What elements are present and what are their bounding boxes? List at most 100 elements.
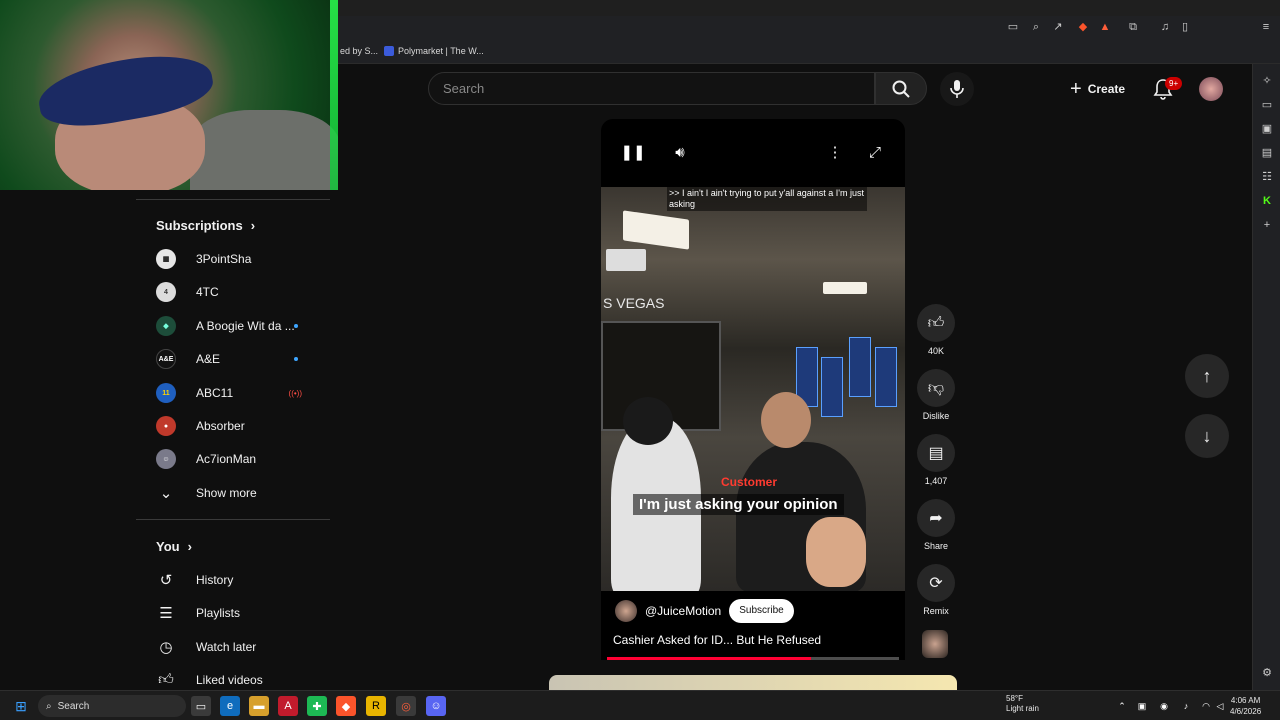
progress-fill xyxy=(607,657,812,660)
sidebar-item-abc11[interactable]: 11 ABC11 ((•)) xyxy=(156,378,326,408)
divider xyxy=(136,519,330,520)
volume-icon[interactable]: ♪ xyxy=(1176,696,1196,716)
sidebar-toggle-icon[interactable]: ▯ xyxy=(1178,20,1192,34)
search-input[interactable]: Search xyxy=(428,72,875,105)
polymarket-icon xyxy=(384,46,394,56)
brave-rewards-icon[interactable]: ▲ xyxy=(1098,20,1112,34)
tab-icon[interactable]: ▭ xyxy=(1260,98,1274,112)
you-header[interactable]: You › xyxy=(156,539,192,554)
app-icon[interactable]: ✚ xyxy=(307,696,327,716)
microphone-icon xyxy=(950,80,964,98)
install-app-icon[interactable]: ▭ xyxy=(1006,20,1020,34)
sidebar-item-ac7ionman[interactable]: ☺ Ac7ionMan xyxy=(156,444,326,474)
reading-list-icon[interactable]: ☷ xyxy=(1260,170,1274,184)
sidebar-item-watch-later[interactable]: ◷ Watch later xyxy=(156,632,326,662)
video-frame: S VEGAS xyxy=(601,187,905,591)
speaker-icon[interactable]: ◁ xyxy=(1210,696,1230,716)
discord-icon[interactable]: ☺ xyxy=(426,696,446,716)
sidebar-item-absorber[interactable]: ● Absorber xyxy=(156,411,326,441)
sidebar-item-playlists[interactable]: ☰ Playlists xyxy=(156,598,326,628)
thumbs-up-icon: 👍︎ xyxy=(158,671,174,688)
bookmark-item[interactable]: ed by S... xyxy=(340,46,378,56)
sidebar-item-a-boogie[interactable]: ◆ A Boogie Wit da ... xyxy=(156,311,326,341)
shorts-player[interactable]: ❚❚ 🔊︎ ⋮ ⤢ S VEGAS >> I ain't I ain't try… xyxy=(601,119,905,660)
search-button[interactable] xyxy=(875,72,927,105)
notification-badge: 9+ xyxy=(1165,77,1183,90)
adobe-icon[interactable]: A xyxy=(278,696,298,716)
clock[interactable]: 4:06 AM 4/6/2026 xyxy=(1230,695,1261,717)
obs-icon[interactable]: ◎ xyxy=(396,696,416,716)
like-button[interactable]: 👍︎ 40K xyxy=(916,304,956,356)
weather-widget[interactable]: 58°F Light rain xyxy=(1006,694,1039,714)
voice-search-button[interactable] xyxy=(940,72,974,106)
kick-icon[interactable]: K xyxy=(1260,194,1274,208)
channel-name[interactable]: @JuiceMotion xyxy=(645,604,721,618)
subscriptions-header[interactable]: Subscriptions › xyxy=(156,218,255,233)
channel-avatar: 4 xyxy=(156,282,176,302)
pause-icon[interactable]: ❚❚ xyxy=(620,141,645,163)
comments-button[interactable]: ▤ 1,407 xyxy=(916,434,956,486)
file-explorer-icon[interactable]: ▬ xyxy=(249,696,269,716)
extension-icon[interactable]: ⧉ xyxy=(1126,20,1140,34)
more-options-icon[interactable]: ⋮ xyxy=(824,141,846,163)
avatar[interactable] xyxy=(1199,77,1223,101)
ai-icon[interactable]: ✧ xyxy=(1260,74,1274,88)
channel-avatar[interactable] xyxy=(615,600,637,622)
sidebar-item-3pointsha[interactable]: ▦ 3PointSha xyxy=(156,244,326,274)
task-view-icon[interactable]: ▭ xyxy=(191,696,211,716)
search-icon: ⌕ xyxy=(46,700,52,712)
brave-icon[interactable]: ◆ xyxy=(336,696,356,716)
menu-icon[interactable]: ≡ xyxy=(1259,20,1273,34)
channel-row: @JuiceMotion Subscribe xyxy=(615,599,794,623)
wall-sign xyxy=(606,249,646,271)
share-page-icon[interactable]: ↗ xyxy=(1051,20,1065,34)
media-icon[interactable]: ♫ xyxy=(1158,20,1172,34)
history-icon: ↺ xyxy=(159,572,173,589)
new-content-dot xyxy=(294,324,298,328)
add-icon[interactable]: + xyxy=(1260,218,1274,232)
next-short-button[interactable]: ↓ xyxy=(1185,414,1229,458)
previous-short-button[interactable]: ↑ xyxy=(1185,354,1229,398)
app-icon[interactable]: R xyxy=(366,696,386,716)
create-button[interactable]: + Create xyxy=(1062,74,1140,104)
progress-bar[interactable] xyxy=(607,657,899,660)
tray-icon[interactable]: ▣ xyxy=(1132,696,1152,716)
share-button[interactable]: ➦ Share xyxy=(916,499,956,551)
channel-avatar: ▦ xyxy=(156,249,176,269)
bookmark-icon[interactable]: ▤ xyxy=(1260,146,1274,160)
remix-button[interactable]: ⟳ Remix xyxy=(916,564,956,616)
chevron-right-icon: › xyxy=(187,539,192,554)
fullscreen-icon[interactable]: ⤢ xyxy=(864,141,886,163)
brave-shield-icon[interactable]: ◆ xyxy=(1076,20,1090,34)
zoom-icon[interactable]: ⌕ xyxy=(1029,20,1043,34)
slot-machine xyxy=(849,337,871,397)
webcam-hoodie xyxy=(190,110,338,190)
chevron-up-icon[interactable]: ⌃ xyxy=(1112,696,1132,716)
edge-icon[interactable]: e xyxy=(220,696,240,716)
bookmark-item[interactable]: Polymarket | The W... xyxy=(384,46,484,56)
windows-start-icon[interactable]: ⊞ xyxy=(11,696,31,716)
taskbar-search[interactable]: ⌕ Search xyxy=(38,695,186,717)
sidebar-item-history[interactable]: ↺ History xyxy=(156,565,326,595)
next-short-preview[interactable] xyxy=(549,675,957,690)
sidebar-item-a-and-e[interactable]: A&E A&E xyxy=(156,344,326,374)
person-head xyxy=(623,397,673,445)
dislike-button[interactable]: 👎︎ Dislike xyxy=(916,369,956,421)
wallet-icon[interactable]: ▣ xyxy=(1260,122,1274,136)
sidebar-item-4tc[interactable]: 4 4TC xyxy=(156,277,326,307)
person-head xyxy=(761,392,811,448)
ceiling-light xyxy=(623,210,689,250)
video-title[interactable]: Cashier Asked for ID... But He Refused xyxy=(613,633,821,647)
subscribe-button[interactable]: Subscribe xyxy=(729,599,794,623)
search-icon xyxy=(892,80,910,98)
share-icon: ➦ xyxy=(917,499,955,537)
settings-icon[interactable]: ⚙ xyxy=(1260,666,1274,680)
clock-icon: ◷ xyxy=(159,639,173,656)
network-icon[interactable]: ◉ xyxy=(1154,696,1174,716)
channel-avatar: ◆ xyxy=(156,316,176,336)
volume-icon[interactable]: 🔊︎ xyxy=(669,141,691,163)
vegas-sign: S VEGAS xyxy=(603,295,665,311)
sound-avatar[interactable] xyxy=(922,630,948,658)
show-more-button[interactable]: ⌄ Show more xyxy=(156,478,326,508)
gesturing-hand xyxy=(806,517,866,587)
